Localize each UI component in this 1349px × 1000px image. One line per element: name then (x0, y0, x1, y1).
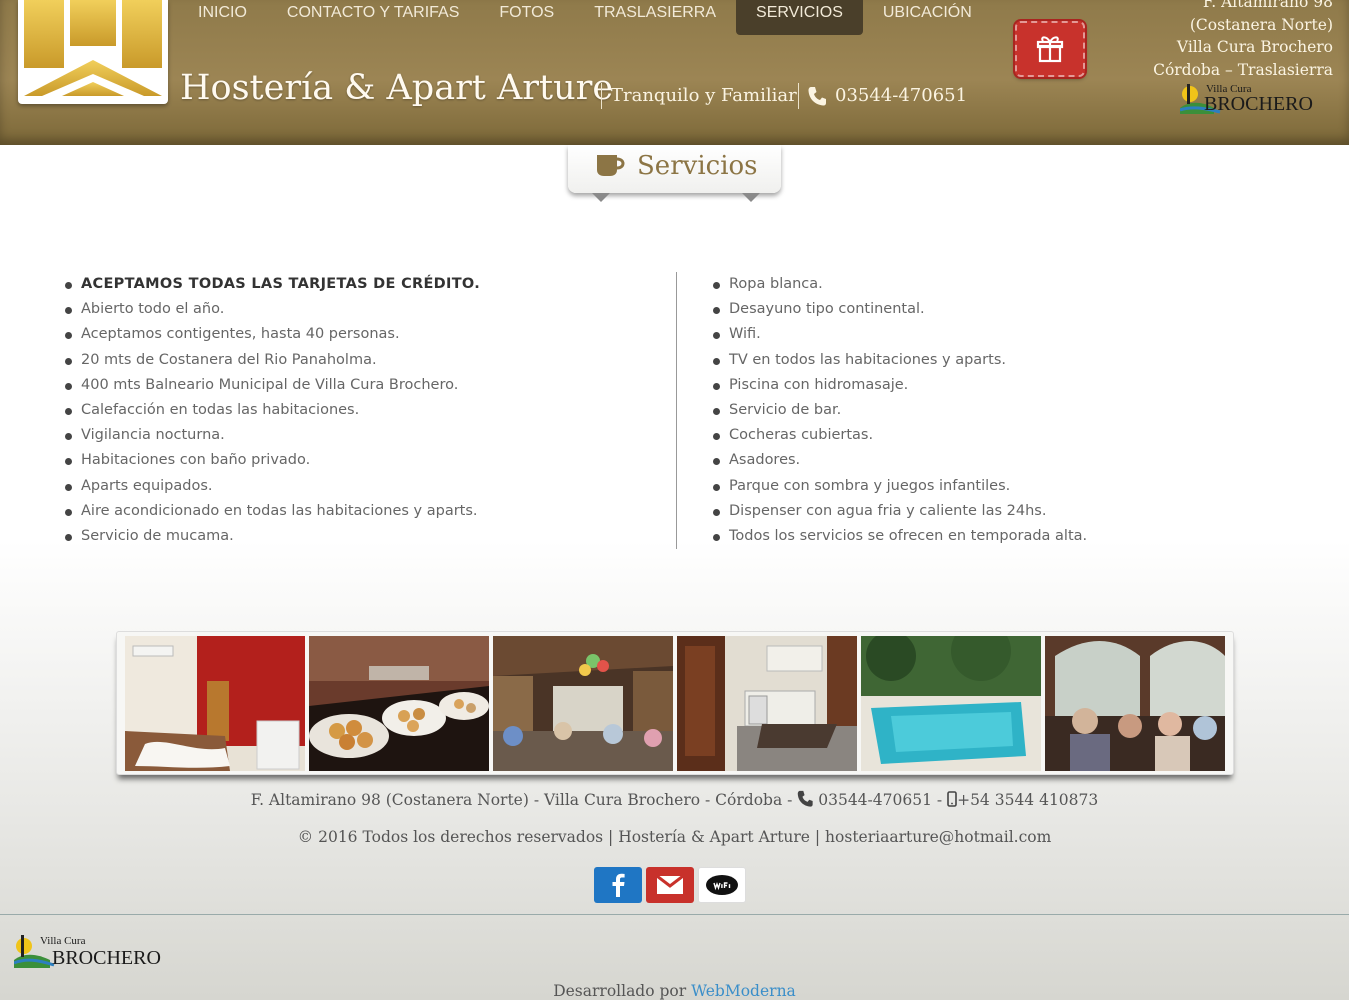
list-item: Asadores. (713, 448, 1087, 473)
nav-item-fotos[interactable]: FOTOS (479, 0, 574, 35)
list-item: 20 mts de Costanera del Rio Panaholma. (65, 348, 480, 373)
address-line: F. Altamirano 98 (1202, 0, 1333, 11)
list-item: Desayuno tipo continental. (713, 297, 1087, 322)
list-item: Servicio de bar. (713, 398, 1087, 423)
nav-item-inicio[interactable]: INICIO (178, 0, 267, 35)
site-header: INICIO CONTACTO Y TARIFAS FOTOS TRASLASI… (0, 0, 1349, 145)
list-item: TV en todos las habitaciones y aparts. (713, 348, 1087, 373)
footer-copyright: © 2016 Todos los derechos reservados | H… (297, 828, 1052, 846)
email-button[interactable] (646, 867, 694, 903)
brochero-logo-bottom: BROCHERO (1204, 93, 1313, 114)
footer-phone[interactable]: 03544-470651 (818, 791, 932, 809)
site-title[interactable]: Hostería & Apart Arture (180, 68, 613, 108)
list-item: Parque con sombra y juegos infantiles. (713, 474, 1087, 499)
list-item: 400 mts Balneario Municipal de Villa Cur… (65, 373, 480, 398)
services-list-right: Ropa blanca. Desayuno tipo continental. … (713, 272, 1087, 549)
gallery-photo-dining[interactable] (1045, 636, 1225, 771)
mobile-phone-icon (947, 791, 957, 807)
gift-button[interactable] (1015, 21, 1085, 77)
facebook-button[interactable] (594, 867, 642, 903)
webmoderna-link[interactable]: WebModerna (691, 982, 796, 1000)
list-item: Abierto todo el año. (65, 297, 480, 322)
brochero-logo[interactable]: Villa Cura BROCHERO (14, 930, 170, 968)
gallery-photo-party[interactable] (493, 636, 673, 771)
gallery-photo-room[interactable] (125, 636, 305, 771)
section-title: Servicios (637, 151, 758, 181)
envelope-icon (656, 875, 684, 894)
coffee-icon (597, 155, 625, 176)
phone-icon (798, 790, 813, 807)
tab-notch (742, 193, 760, 202)
list-item: Habitaciones con baño privado. (65, 448, 480, 473)
services-list-left: ACEPTAMOS TODAS LAS TARJETAS DE CRÉDITO.… (65, 272, 480, 549)
list-item: Calefacción en todas las habitaciones. (65, 398, 480, 423)
header-phone-number[interactable]: 03544-470651 (835, 85, 967, 106)
tab-notch (592, 193, 610, 202)
address-line: Córdoba – Traslasierra (1153, 60, 1333, 79)
list-item: Aire acondicionado en todas las habitaci… (65, 499, 480, 524)
credit-prefix: Desarrollado por (553, 982, 687, 1000)
header-address: F. Altamirano 98 (Costanera Norte) Villa… (1153, 0, 1333, 81)
list-item: Cocheras cubiertas. (713, 423, 1087, 448)
gallery-photo-breakfast[interactable] (309, 636, 489, 771)
list-item: Wifi. (713, 322, 1087, 347)
site-logo[interactable] (18, 0, 168, 104)
nav-item-traslasierra[interactable]: TRASLASIERRA (574, 0, 736, 35)
divider (601, 83, 602, 109)
footer-address: F. Altamirano 98 (Costanera Norte) - Vil… (250, 791, 793, 809)
gift-icon (1036, 36, 1064, 63)
nav-item-contacto-tarifas[interactable]: CONTACTO Y TARIFAS (267, 0, 479, 35)
wifi-icon (706, 875, 738, 895)
footer-mobile[interactable]: +54 3544 410873 (957, 791, 1098, 809)
brochero-logo[interactable]: Villa Cura BROCHERO (1180, 80, 1335, 114)
gallery-photo-pool[interactable] (861, 636, 1041, 771)
list-item: Dispenser con agua fria y caliente las 2… (713, 499, 1087, 524)
wifi-badge (698, 867, 746, 903)
section-title-tab: Servicios (568, 145, 781, 202)
footer-divider (0, 914, 1349, 915)
list-item: Todos los servicios se ofrecen en tempor… (713, 524, 1087, 549)
address-line: (Costanera Norte) (1189, 15, 1333, 34)
nav-item-servicios[interactable]: SERVICIOS (736, 0, 863, 35)
tagline: Tranquilo y Familiar (611, 85, 797, 106)
column-divider (676, 272, 677, 549)
footer-contact-line: F. Altamirano 98 (Costanera Norte) - Vil… (0, 790, 1349, 809)
list-item: Vigilancia nocturna. (65, 423, 480, 448)
nav-item-ubicacion[interactable]: UBICACIÓN (863, 0, 992, 35)
developer-credit: Desarrollado por WebModerna (0, 982, 1349, 1000)
list-item: Ropa blanca. (713, 272, 1087, 297)
footer-separator: - (936, 791, 943, 809)
list-item: Aceptamos contigentes, hasta 40 personas… (65, 322, 480, 347)
address-line: Villa Cura Brochero (1176, 38, 1333, 56)
brochero-logo-top: Villa Cura (40, 935, 86, 947)
photo-gallery (116, 631, 1234, 775)
list-item: Aparts equipados. (65, 474, 480, 499)
divider (798, 83, 799, 109)
list-item: Piscina con hidromasaje. (713, 373, 1087, 398)
phone-icon (808, 86, 826, 105)
brochero-logo-bottom: BROCHERO (52, 947, 161, 968)
header-phone: 03544-470651 (808, 85, 967, 106)
list-item: ACEPTAMOS TODAS LAS TARJETAS DE CRÉDITO. (65, 272, 480, 297)
facebook-icon (612, 873, 625, 897)
main-nav: INICIO CONTACTO Y TARIFAS FOTOS TRASLASI… (178, 0, 992, 35)
gallery-photo-kitchen[interactable] (677, 636, 857, 771)
list-item: Servicio de mucama. (65, 524, 480, 549)
